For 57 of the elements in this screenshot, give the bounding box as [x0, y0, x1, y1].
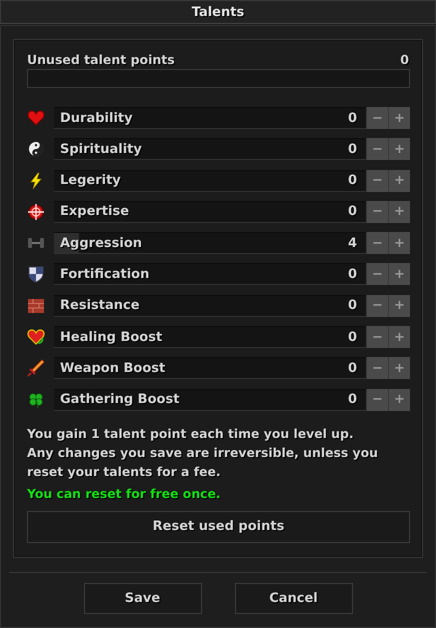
talent-name: Spirituality	[60, 142, 143, 157]
heart-icon	[27, 328, 45, 346]
decrease-button[interactable]: −	[366, 107, 388, 129]
talent-name: Aggression	[60, 236, 144, 251]
talent-value: 4	[348, 236, 357, 251]
talent-name: Durability	[60, 110, 134, 126]
clover-icon	[27, 390, 45, 409]
window-title: Talents	[0, 0, 436, 24]
decrease-button[interactable]: −	[366, 232, 388, 254]
crosshair-icon	[27, 202, 45, 221]
increase-button[interactable]: +	[388, 232, 410, 254]
increase-button[interactable]: +	[388, 107, 410, 129]
talent-name: Fortification	[60, 266, 150, 282]
shield-icon	[27, 265, 45, 284]
increase-button[interactable]: +	[388, 138, 410, 160]
talent-value: 0	[348, 298, 357, 314]
decrease-button[interactable]: −	[366, 294, 388, 317]
increase-button[interactable]: +	[388, 357, 410, 380]
decrease-button[interactable]: −	[366, 170, 388, 192]
decrease-button[interactable]: −	[366, 326, 388, 348]
reset-button[interactable]: Reset used points	[27, 510, 410, 543]
decrease-button[interactable]: −	[366, 138, 388, 160]
talent-value: 0	[348, 173, 357, 188]
talent-value: 0	[348, 392, 357, 408]
talent-name: Expertise	[60, 204, 130, 220]
increase-button[interactable]: +	[388, 388, 410, 411]
talent-name: Healing Boost	[60, 330, 164, 345]
heart-icon	[27, 109, 45, 127]
yin-yang-icon	[27, 140, 45, 158]
save-button[interactable]: Save	[84, 582, 202, 614]
talent-value: 0	[348, 110, 357, 126]
talent-name: Resistance	[60, 298, 141, 314]
info-text: You gain 1 talent point each time you level up.	[27, 424, 355, 443]
talent-value: 0	[348, 142, 357, 157]
decrease-button[interactable]: −	[366, 263, 388, 286]
decrease-button[interactable]: −	[366, 357, 388, 380]
talent-value: 0	[348, 330, 357, 345]
talent-value: 0	[348, 266, 357, 282]
reset-notice: You can reset for free once.	[27, 486, 222, 501]
increase-button[interactable]: +	[388, 263, 410, 286]
info-text: Any changes you save are irreversible, unless you reset your talents for a fee.	[27, 444, 379, 481]
talent-name: Weapon Boost	[60, 360, 166, 376]
decrease-button[interactable]: −	[366, 388, 388, 411]
sword-icon	[27, 359, 45, 378]
increase-button[interactable]: +	[388, 200, 410, 223]
talent-value: 0	[348, 360, 357, 376]
increase-button[interactable]: +	[388, 170, 410, 192]
talent-name: Gathering Boost	[60, 392, 180, 408]
unused-points-label: Unused talent points	[27, 52, 175, 67]
decrease-button[interactable]: −	[366, 200, 388, 223]
brick-icon	[27, 296, 45, 315]
increase-button[interactable]: +	[388, 326, 410, 348]
cancel-button[interactable]: Cancel	[234, 582, 352, 614]
unused-points-value: 0	[400, 52, 409, 67]
talent-value: 0	[348, 204, 357, 220]
talent-name: Legerity	[60, 173, 122, 188]
increase-button[interactable]: +	[388, 294, 410, 317]
